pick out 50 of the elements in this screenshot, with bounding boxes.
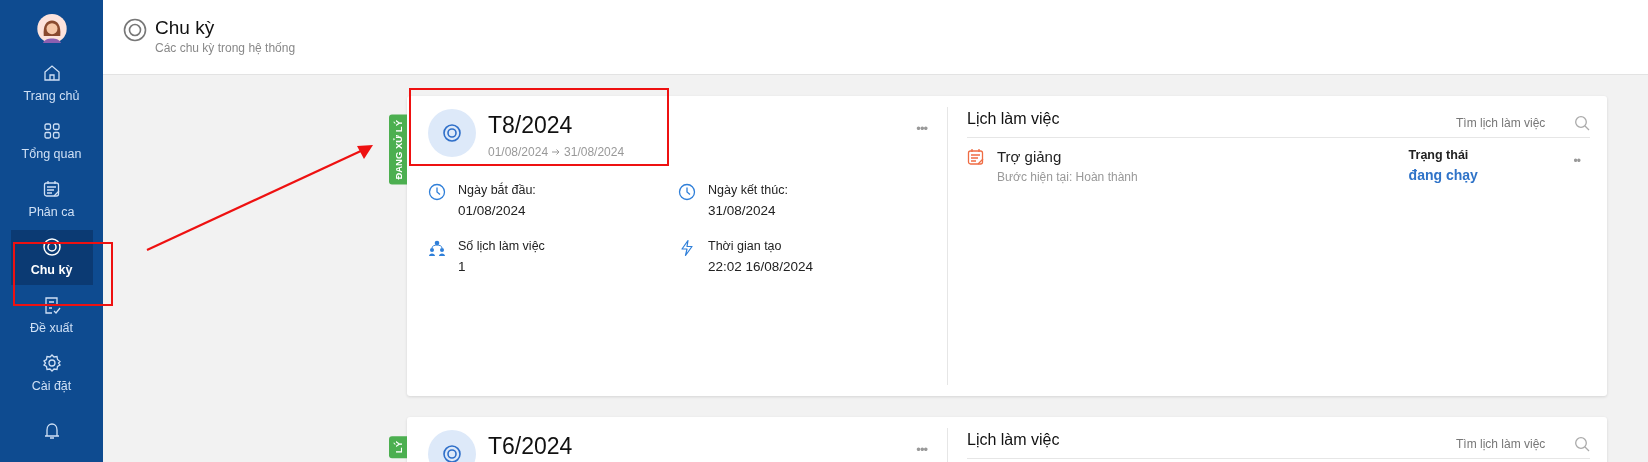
- end-date: 31/08/2024: [564, 145, 625, 159]
- field-label: Ngày bắt đầu:: [458, 183, 536, 197]
- field-value: 31/08/2024: [708, 203, 777, 218]
- nav-item[interactable]: Cài đặt: [10, 345, 93, 401]
- schedule-name: Trợ giảng: [997, 148, 1063, 165]
- status-badge: LÝ: [389, 436, 407, 459]
- nav-item[interactable]: Phân ca: [10, 171, 93, 227]
- clock-icon: [428, 183, 446, 201]
- nav-label: Cài đặt: [31, 379, 72, 394]
- field-value: 1: [458, 259, 467, 274]
- field-label: Số lịch làm việc: [458, 239, 545, 253]
- target-icon: [428, 109, 476, 157]
- status-badge: ĐANG XỬ LÝ: [389, 115, 407, 185]
- search-icon: [1574, 436, 1590, 452]
- cycle-title: T6/2024: [488, 433, 574, 460]
- settings-icon: [41, 353, 62, 374]
- target-icon: [41, 237, 62, 258]
- avatar-icon[interactable]: [35, 14, 68, 44]
- nav-item[interactable]: Đề xuất: [10, 287, 93, 343]
- cycle-title: T8/2024: [488, 112, 574, 139]
- nav-item[interactable]: Trang chủ: [10, 55, 93, 111]
- nav-item[interactable]: Chu kỳ: [10, 229, 93, 285]
- page-title: Chu kỳ: [155, 17, 216, 39]
- search-field[interactable]: Tìm lịch làm việc: [1456, 436, 1590, 452]
- nav-label: Tổng quan: [21, 147, 82, 161]
- nav-label: Phân ca: [28, 205, 75, 220]
- section-title: Lịch làm việc: [967, 431, 1060, 449]
- clock-icon: [678, 183, 696, 201]
- nav-label: Chu kỳ: [30, 263, 73, 278]
- search-field[interactable]: Tìm lịch làm việc: [1456, 115, 1590, 131]
- section-title: Lịch làm việc: [967, 110, 1060, 128]
- status-value: đang chạy: [1408, 167, 1479, 183]
- target-icon: [123, 18, 147, 42]
- calendar-icon: [41, 179, 62, 200]
- search-icon: [1574, 115, 1590, 131]
- grid-icon: [41, 121, 62, 141]
- field-value: 01/08/2024: [458, 203, 527, 218]
- page-subtitle: Các chu kỳ trong hệ thống: [155, 41, 296, 55]
- calendar-icon: [967, 148, 985, 166]
- people-icon: [428, 239, 446, 257]
- status-label: Trạng thái: [1408, 148, 1470, 162]
- field-label: Thời gian tạo: [708, 239, 783, 253]
- arrow-icon: [551, 147, 562, 157]
- nav-item[interactable]: Tổng quan: [10, 113, 93, 169]
- current-step: Bước hiện tại: Hoàn thành: [997, 170, 1409, 184]
- nav-label: Đề xuất: [29, 321, 74, 336]
- field-label: Ngày kết thúc:: [708, 183, 788, 197]
- start-date: 01/08/2024: [488, 145, 549, 159]
- nav-label: Trang chủ: [23, 88, 80, 103]
- field-value: 22:02 16/08/2024: [708, 259, 814, 274]
